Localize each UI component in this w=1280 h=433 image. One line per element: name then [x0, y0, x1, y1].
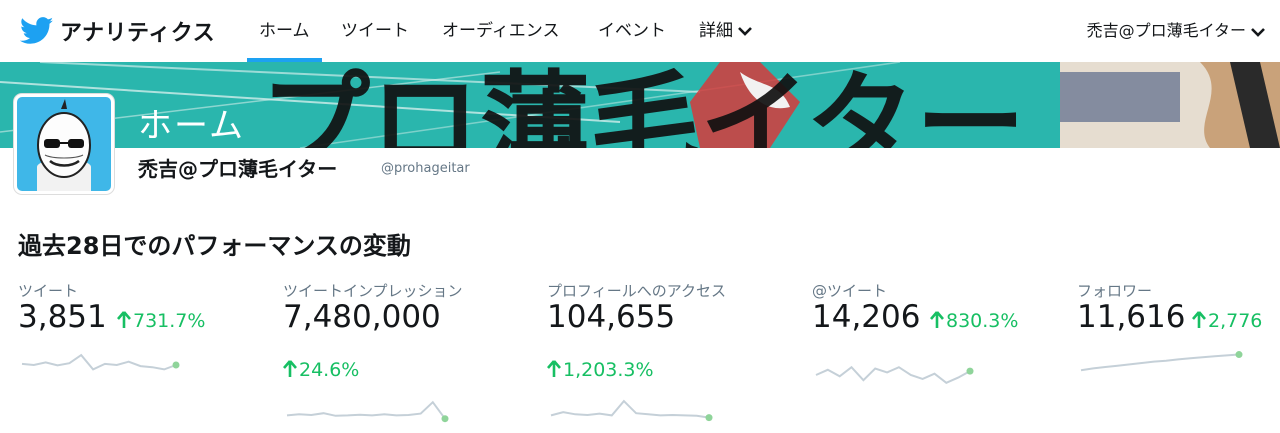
- sparkline-profile-visits: [550, 399, 713, 422]
- stat-followers[interactable]: フォロワー 11,616 2,776: [1077, 280, 1280, 430]
- sparkline-path: [1080, 353, 1240, 372]
- stat-change: 1,203.3%: [547, 359, 654, 381]
- tab-home[interactable]: ホーム: [247, 0, 322, 62]
- stat-change: 24.6%: [283, 359, 359, 381]
- stat-label: プロフィールへのアクセス: [547, 282, 726, 300]
- chevron-down-icon: [738, 27, 752, 36]
- stat-change-value: 1,203.3%: [563, 359, 654, 381]
- tab-more-label: 詳細: [699, 21, 733, 41]
- stat-label: フォロワー: [1077, 282, 1153, 300]
- sparkline-impressions: [286, 400, 449, 423]
- sparkline-path: [815, 365, 971, 384]
- brand-label: アナリティクス: [60, 21, 216, 46]
- sparkline-path: [550, 399, 710, 419]
- stat-change: 731.7%: [117, 310, 205, 332]
- profile-name: 禿吉@プロ薄毛イター: [138, 157, 338, 181]
- stat-value: 7,480,000: [283, 299, 441, 335]
- stat-impressions[interactable]: ツイートインプレッション 7,480,000 24.6%: [283, 280, 523, 430]
- arrow-up-icon: [283, 360, 297, 377]
- sparkline-end-dot: [1235, 351, 1243, 359]
- chevron-down-icon: [1251, 27, 1265, 37]
- stat-change-value: 830.3%: [946, 310, 1019, 332]
- tab-audience[interactable]: オーディエンス: [442, 0, 559, 62]
- user-menu[interactable]: 禿吉@プロ薄毛イター: [1087, 0, 1266, 62]
- avatar-illustration: [17, 97, 111, 191]
- sparkline-followers: [1080, 351, 1243, 372]
- tab-more[interactable]: 詳細: [699, 0, 753, 62]
- stat-label: ツイート: [18, 282, 79, 300]
- tab-audience-label: オーディエンス: [442, 21, 560, 41]
- page-title: ホーム: [138, 106, 245, 146]
- svg-text:プロ薄毛イター: プロ薄毛イター: [260, 62, 1026, 148]
- arrow-up-icon: [930, 311, 944, 328]
- brand[interactable]: アナリティクス: [20, 14, 215, 48]
- avatar[interactable]: [14, 94, 114, 194]
- tab-home-label: ホーム: [259, 21, 310, 41]
- sparkline-end-dot: [441, 415, 449, 423]
- sparkline-mentions: [815, 365, 974, 384]
- stat-change-value: 24.6%: [299, 359, 360, 381]
- stat-label: ツイートインプレッション: [283, 282, 463, 300]
- profile-handle: @prohageitar: [381, 161, 470, 176]
- stat-profile-visits[interactable]: プロフィールへのアクセス 104,655 1,203.3%: [547, 280, 787, 430]
- stat-tweets[interactable]: ツイート 3,851 731.7%: [18, 280, 258, 430]
- sparkline-path: [286, 400, 446, 420]
- stat-value: 14,206: [812, 299, 921, 335]
- user-menu-label: 禿吉@プロ薄毛イター: [1086, 21, 1246, 40]
- stat-change: 2,776: [1192, 310, 1262, 332]
- sparkline-tweets: [21, 353, 180, 371]
- tab-tweets-label: ツイート: [341, 21, 409, 41]
- stat-value: 3,851: [18, 299, 107, 335]
- top-navigation: アナリティクス ホーム ツイート オーディエンス イベント 詳細 禿吉@プロ薄毛…: [0, 0, 1280, 62]
- stat-label: @ツイート: [812, 282, 888, 300]
- tab-events-label: イベント: [598, 21, 666, 41]
- tab-tweets[interactable]: ツイート: [341, 0, 409, 62]
- stat-change-value: 731.7%: [133, 310, 206, 332]
- tab-events[interactable]: イベント: [598, 0, 666, 62]
- sparkline-end-dot: [172, 361, 180, 369]
- arrow-up-icon: [1192, 311, 1206, 328]
- stat-value: 104,655: [547, 299, 676, 335]
- sparkline-end-dot: [966, 367, 974, 375]
- section-title: 過去28日でのパフォーマンスの変動: [18, 232, 411, 260]
- stat-change: 830.3%: [930, 310, 1018, 332]
- sparkline-path: [21, 353, 177, 371]
- stat-change-value: 2,776: [1208, 310, 1263, 332]
- twitter-bird-icon: [20, 17, 54, 44]
- sparkline-end-dot: [705, 414, 713, 422]
- arrow-up-icon: [547, 360, 561, 377]
- stat-mentions[interactable]: @ツイート 14,206 830.3%: [812, 280, 1052, 430]
- arrow-up-icon: [117, 311, 131, 328]
- stat-value: 11,616: [1077, 299, 1186, 335]
